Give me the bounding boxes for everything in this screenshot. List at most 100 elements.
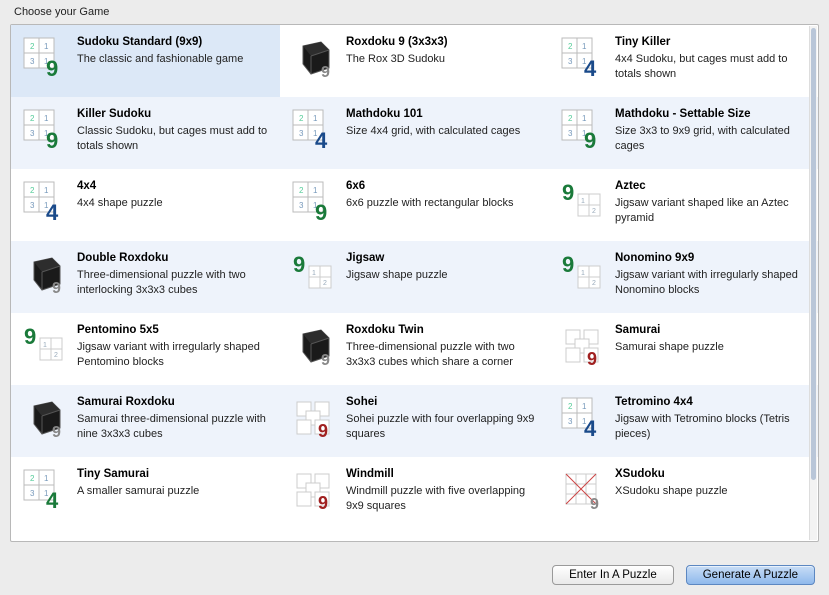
game-desc: Size 3x3 to 9x9 grid, with calculated ca… [615,124,806,154]
game-option[interactable]: 4 Tiny Samurai A smaller samurai puzzle [11,457,280,529]
game-option[interactable]: 9 Killer SudokuClassic Sudoku, but cages … [11,97,280,169]
game-option[interactable]: 912 Aztec Jigsaw variant shaped like an Az… [549,169,818,241]
svg-text:9: 9 [318,421,328,440]
svg-text:9: 9 [584,128,596,152]
game-option[interactable]: 4Tiny Killer4x4 Sudoku, but cages must a… [549,25,818,97]
game-title: Jigsaw [346,251,537,266]
game-text: SoheiSohei puzzle with four overlapping … [346,395,537,442]
game-desc: Size 4x4 grid, with calculated cages [346,124,537,139]
generate-puzzle-button[interactable]: Generate A Puzzle [686,565,815,585]
game-desc: Jigsaw shape puzzle [346,268,537,283]
game-option[interactable]: 9 SoheiSohei puzzle with four overlapping… [280,385,549,457]
game-option[interactable]: 9 6x6 6x6 puzzle with rectangular blocks [280,169,549,241]
svg-text:9: 9 [562,252,574,277]
game-title: Roxdoku 9 (3x3x3) [346,35,537,50]
game-option[interactable]: 9 Samurai RoxdokuSamurai three-dimensiona… [11,385,280,457]
game-option[interactable]: 9 XSudokuXSudoku shape puzzle [549,457,818,529]
game-desc: Jigsaw variant with irregularly shaped N… [615,268,806,298]
game-text: Mathdoku - Settable Size Size 3x3 to 9x9 … [615,107,806,154]
game-icon: 9 [290,323,336,369]
game-desc: The classic and fashionable game [77,52,268,67]
svg-text:2: 2 [54,352,58,359]
game-desc: A smaller samurai puzzle [77,484,268,499]
game-icon: 9 [21,107,67,153]
game-icon: 912 [559,179,605,225]
game-title: Aztec [615,179,806,194]
game-title: 6x6 [346,179,537,194]
game-option[interactable]: 912Pentomino 5x5Jigsaw variant with irre… [11,313,280,385]
game-title: Sohei [346,395,537,410]
game-option[interactable]: 9 Mathdoku - Settable Size Size 3x3 to 9x9… [549,97,818,169]
game-text: Jigsaw Jigsaw shape puzzle [346,251,537,283]
svg-text:2: 2 [592,208,596,215]
game-icon: 912 [559,251,605,297]
game-text: Tiny Killer4x4 Sudoku, but cages must ad… [615,35,806,82]
game-text: Killer SudokuClassic Sudoku, but cages m… [77,107,268,154]
game-option[interactable]: 9 Sudoku Standard (9x9) The classic and fa… [11,25,280,97]
game-option[interactable]: 4 Tetromino 4x4Jigsaw with Tetromino bloc… [549,385,818,457]
game-text: Samurai RoxdokuSamurai three-dimensional… [77,395,268,442]
game-icon: 9 [559,323,605,369]
game-text: Sudoku Standard (9x9) The classic and fas… [77,35,268,67]
svg-text:2: 2 [323,280,327,287]
game-option[interactable]: 4 4x4 4x4 shape puzzle [11,169,280,241]
game-icon: 9 [290,395,336,441]
svg-text:9: 9 [46,56,58,80]
svg-text:4: 4 [46,488,59,512]
game-desc: 6x6 puzzle with rectangular blocks [346,196,537,211]
svg-text:1: 1 [312,270,316,277]
game-title: 4x4 [77,179,268,194]
game-text: XSudokuXSudoku shape puzzle [615,467,806,499]
game-option[interactable]: 912JigsawJigsaw shape puzzle [280,241,549,313]
svg-text:2: 2 [592,280,596,287]
game-option[interactable]: 9Double RoxdokuThree-dimensional puzzle … [11,241,280,313]
game-title: Nonomino 9x9 [615,251,806,266]
game-title: Tiny Killer [615,35,806,50]
svg-text:9: 9 [24,324,36,349]
game-option[interactable]: 9 WindmillWindmill puzzle with five overl… [280,457,549,529]
enter-puzzle-button[interactable]: Enter In A Puzzle [552,565,674,585]
svg-text:9: 9 [318,493,328,512]
game-title: Sudoku Standard (9x9) [77,35,268,50]
svg-text:9: 9 [321,352,330,368]
game-option[interactable]: 912 Nonomino 9x9 Jigsaw variant with irreg… [549,241,818,313]
scrollbar[interactable] [809,26,817,540]
svg-text:9: 9 [52,424,61,440]
game-option[interactable]: 4Mathdoku 101Size 4x4 grid, with calcula… [280,97,549,169]
svg-text:9: 9 [587,349,597,368]
game-title: Tiny Samurai [77,467,268,482]
game-title: Pentomino 5x5 [77,323,268,338]
scrollbar-thumb[interactable] [811,28,816,480]
game-icon: 4 [21,179,67,225]
game-text: Nonomino 9x9 Jigsaw variant with irregula… [615,251,806,298]
game-option[interactable]: 9 SamuraiSamurai shape puzzle [549,313,818,385]
game-text: Mathdoku 101Size 4x4 grid, with calculat… [346,107,537,139]
game-text: WindmillWindmill puzzle with five overla… [346,467,537,514]
svg-text:9: 9 [315,200,327,224]
button-bar: Enter In A Puzzle Generate A Puzzle [552,565,815,585]
svg-text:9: 9 [46,128,58,152]
game-icon: 9 [21,251,67,297]
game-desc: 4x4 shape puzzle [77,196,268,211]
game-title: Windmill [346,467,537,482]
game-icon: 9 [559,107,605,153]
game-desc: Three-dimensional puzzle with two interl… [77,268,268,298]
game-desc: Three-dimensional puzzle with two 3x3x3 … [346,340,537,370]
game-desc: XSudoku shape puzzle [615,484,806,499]
game-icon: 9 [559,467,605,513]
game-text: Tetromino 4x4Jigsaw with Tetromino block… [615,395,806,442]
game-text: SamuraiSamurai shape puzzle [615,323,806,355]
game-title: Mathdoku - Settable Size [615,107,806,122]
svg-text:4: 4 [584,416,597,440]
game-icon: 9 [21,395,67,441]
window-title: Choose your Game [10,6,819,18]
game-icon: 4 [559,35,605,81]
game-option[interactable]: 9Roxdoku TwinThree-dimensional puzzle wi… [280,313,549,385]
game-desc: Jigsaw variant shaped like an Aztec pyra… [615,196,806,226]
game-option[interactable]: 9Roxdoku 9 (3x3x3)The Rox 3D Sudoku [280,25,549,97]
game-title: Killer Sudoku [77,107,268,122]
game-list-scroll: 9 Sudoku Standard (9x9) The classic and fa… [11,25,818,541]
game-list-frame: 9 Sudoku Standard (9x9) The classic and fa… [10,24,819,542]
svg-text:1: 1 [581,198,585,205]
game-desc: The Rox 3D Sudoku [346,52,537,67]
